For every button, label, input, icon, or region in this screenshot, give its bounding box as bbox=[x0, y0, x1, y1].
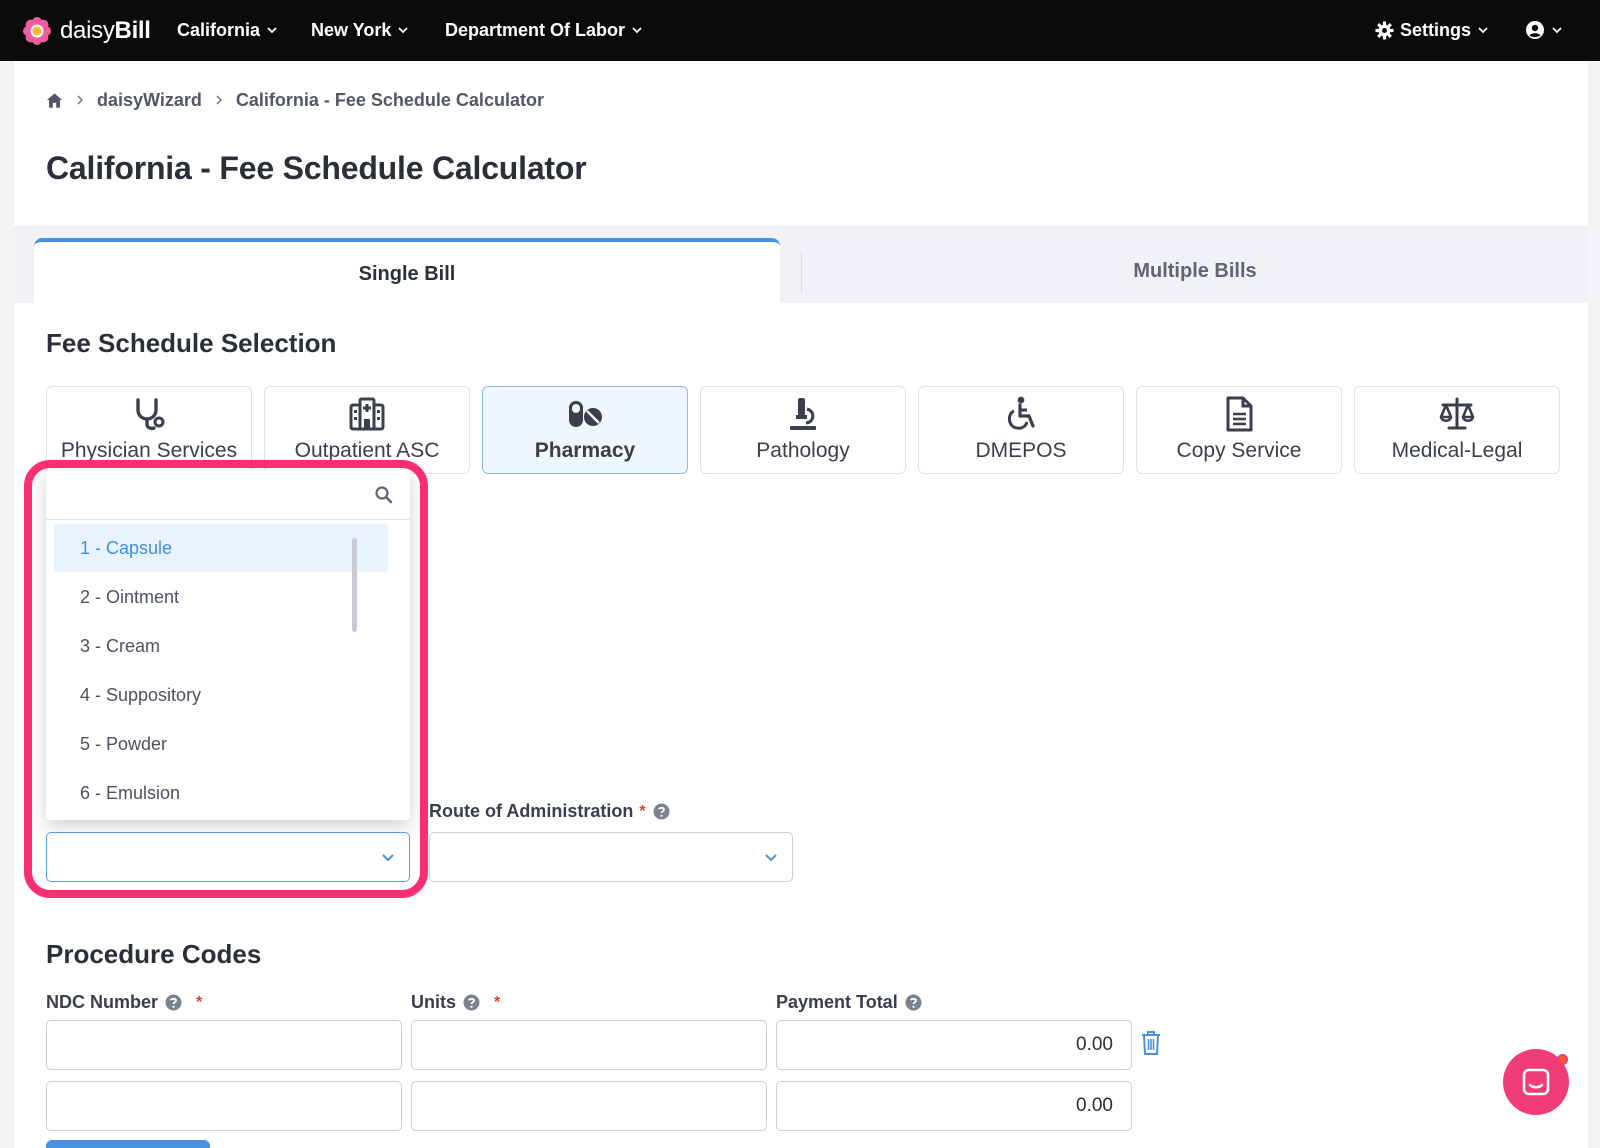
dropdown-option[interactable]: 6 - Emulsion bbox=[54, 769, 388, 817]
help-icon[interactable] bbox=[165, 994, 182, 1011]
dropdown-option[interactable]: 3 - Cream bbox=[54, 622, 388, 670]
route-of-administration-select[interactable] bbox=[429, 832, 793, 882]
nav-new-york-label: New York bbox=[311, 19, 392, 40]
nav-department-of-labor-label: Department Of Labor bbox=[445, 19, 626, 40]
ndc-number-label: NDC Number * bbox=[46, 992, 202, 1013]
ndc-number-input[interactable] bbox=[46, 1081, 402, 1131]
dropdown-option[interactable]: 4 - Suppository bbox=[54, 671, 388, 719]
page-frame-left bbox=[0, 61, 14, 1148]
chevron-down-icon bbox=[1552, 27, 1562, 34]
dropdown-option[interactable]: 2 - Ointment bbox=[54, 573, 388, 621]
nav-new-york[interactable]: New York bbox=[311, 18, 409, 42]
page-title: California - Fee Schedule Calculator bbox=[46, 150, 587, 186]
chevron-right-icon bbox=[216, 95, 223, 105]
fee-card-label: Pharmacy bbox=[534, 439, 636, 462]
scales-icon bbox=[1439, 397, 1475, 430]
required-mark: * bbox=[196, 993, 203, 1011]
notification-dot bbox=[1557, 1054, 1568, 1065]
units-input[interactable] bbox=[411, 1081, 767, 1131]
chevron-down-icon bbox=[382, 854, 394, 862]
units-label-text: Units bbox=[411, 992, 456, 1012]
chevron-down-icon bbox=[1478, 27, 1488, 34]
route-label-text: Route of Administration bbox=[429, 801, 634, 821]
fee-card-label: Copy Service bbox=[1176, 439, 1302, 462]
nav-settings-label: Settings bbox=[1400, 19, 1472, 40]
dosage-form-dropdown: 1 - Capsule 2 - Ointment 3 - Cream 4 - S… bbox=[46, 470, 410, 820]
search-icon bbox=[375, 486, 393, 504]
add-row-button[interactable] bbox=[46, 1140, 210, 1148]
breadcrumb-daisywizard[interactable]: daisyWizard bbox=[97, 90, 202, 111]
dropdown-scrollbar[interactable] bbox=[352, 538, 357, 632]
stethoscope-icon bbox=[136, 398, 165, 431]
tab-single-bill[interactable]: Single Bill bbox=[34, 238, 780, 306]
pills-icon bbox=[569, 401, 602, 427]
required-mark: * bbox=[639, 802, 646, 820]
help-icon[interactable] bbox=[463, 994, 480, 1011]
fee-card-medical-legal[interactable]: Medical-Legal bbox=[1354, 386, 1560, 474]
route-of-administration-label: Route of Administration * bbox=[429, 801, 670, 822]
payment-total-input bbox=[776, 1081, 1132, 1131]
dropdown-option[interactable]: 1 - Capsule bbox=[54, 524, 388, 572]
fee-card-pharmacy[interactable]: Pharmacy bbox=[482, 386, 688, 474]
chevron-down-icon bbox=[267, 27, 277, 34]
chat-icon bbox=[1522, 1068, 1550, 1096]
page-frame-right bbox=[1588, 61, 1600, 1148]
ndc-number-input[interactable] bbox=[46, 1020, 402, 1070]
chevron-down-icon bbox=[632, 27, 642, 34]
payment-total-input bbox=[776, 1020, 1132, 1070]
help-icon[interactable] bbox=[905, 994, 922, 1011]
dropdown-option[interactable]: 5 - Powder bbox=[54, 720, 388, 768]
dropdown-search bbox=[46, 470, 410, 520]
nav-california[interactable]: California bbox=[177, 18, 278, 42]
breadcrumb-current: California - Fee Schedule Calculator bbox=[235, 89, 544, 110]
wheelchair-icon bbox=[1008, 396, 1035, 430]
fee-card-label: Medical-Legal bbox=[1391, 439, 1523, 462]
procedure-codes-title: Procedure Codes bbox=[46, 939, 262, 969]
trash-icon[interactable] bbox=[1140, 1030, 1162, 1056]
gear-icon bbox=[1375, 20, 1394, 40]
fee-card-label: DMEPOS bbox=[975, 439, 1067, 462]
fee-card-outpatient-asc[interactable]: Outpatient ASC bbox=[264, 386, 470, 474]
daisybill-logo[interactable]: daisyBill bbox=[22, 15, 151, 47]
fee-schedule-section-title: Fee Schedule Selection bbox=[46, 328, 337, 358]
fee-card-label: Physician Services bbox=[60, 439, 238, 462]
microscope-icon bbox=[790, 398, 816, 430]
fee-card-label: Outpatient ASC bbox=[294, 439, 440, 462]
required-mark: * bbox=[494, 993, 501, 1011]
units-input[interactable] bbox=[411, 1020, 767, 1070]
brand-name: daisyBill bbox=[60, 17, 151, 44]
nav-settings[interactable]: Settings bbox=[1375, 18, 1489, 42]
chevron-down-icon bbox=[765, 854, 777, 862]
top-navbar: daisyBill California New York Department… bbox=[0, 0, 1600, 61]
chevron-down-icon bbox=[398, 27, 409, 34]
nav-california-label: California bbox=[177, 19, 261, 40]
home-icon[interactable] bbox=[46, 92, 63, 109]
nav-department-of-labor[interactable]: Department Of Labor bbox=[445, 18, 643, 42]
fee-card-physician-services[interactable]: Physician Services bbox=[46, 386, 252, 474]
payment-total-label: Payment Total bbox=[776, 992, 922, 1013]
payment-label-text: Payment Total bbox=[776, 992, 898, 1012]
fee-card-copy-service[interactable]: Copy Service bbox=[1136, 386, 1342, 474]
fee-card-dmepos[interactable]: DMEPOS bbox=[918, 386, 1124, 474]
daisy-flower-icon bbox=[23, 17, 51, 45]
nav-user-menu[interactable] bbox=[1525, 18, 1563, 42]
fee-card-pathology[interactable]: Pathology bbox=[700, 386, 906, 474]
ndc-label-text: NDC Number bbox=[46, 992, 159, 1012]
tab-multiple-bills[interactable]: Multiple Bills bbox=[802, 240, 1588, 302]
document-icon bbox=[1226, 396, 1253, 432]
help-icon[interactable] bbox=[653, 803, 670, 820]
hospital-icon bbox=[349, 397, 385, 431]
dropdown-search-input[interactable] bbox=[54, 476, 364, 514]
chevron-right-icon bbox=[77, 95, 84, 105]
units-label: Units * bbox=[411, 992, 500, 1013]
fee-card-label: Pathology bbox=[756, 439, 850, 462]
dosage-form-select[interactable] bbox=[46, 832, 410, 882]
user-circle-icon bbox=[1526, 21, 1544, 39]
breadcrumb: daisyWizard California - Fee Schedule Ca… bbox=[46, 89, 544, 111]
